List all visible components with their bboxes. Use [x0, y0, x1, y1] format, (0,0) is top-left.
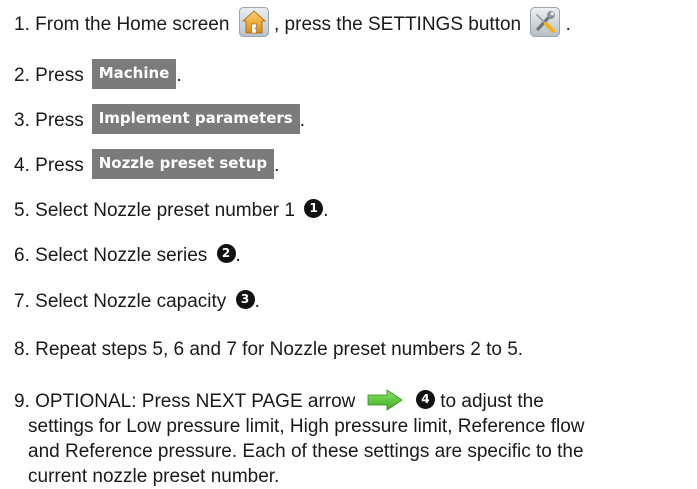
- step-6: 6. Select Nozzle series 2.: [14, 244, 241, 268]
- callout-1-icon: 1: [304, 199, 324, 219]
- step-9-line-3: and Reference pressure. Each of these se…: [28, 441, 584, 462]
- implement-parameters-button[interactable]: Implement parameters: [91, 104, 300, 134]
- step-text: .: [299, 110, 305, 132]
- step-5: 5. Select Nozzle preset number 1 1.: [14, 199, 329, 223]
- step-9-line-1: 9. OPTIONAL: Press NEXT PAGE arrow 4 to …: [14, 389, 686, 414]
- callout-3-icon: 3: [235, 290, 255, 310]
- step-9: 9. OPTIONAL: Press NEXT PAGE arrow 4 to …: [14, 389, 686, 489]
- step-number: 5.: [14, 200, 30, 221]
- step-3: 3. Press Implement parameters.: [14, 104, 305, 136]
- step-text: .: [235, 245, 241, 266]
- step-text: to adjust the: [440, 391, 544, 412]
- step-number: 3.: [14, 110, 30, 132]
- step-number: 6.: [14, 245, 30, 266]
- home-icon: [238, 7, 269, 37]
- step-8: 8. Repeat steps 5, 6 and 7 for Nozzle pr…: [14, 338, 523, 362]
- step-7: 7. Select Nozzle capacity 3.: [14, 290, 260, 314]
- step-number: 1.: [14, 14, 30, 36]
- step-text: , press the SETTINGS button: [274, 14, 522, 36]
- step-number: 4.: [14, 155, 30, 177]
- nozzle-preset-setup-button[interactable]: Nozzle preset setup: [91, 149, 275, 179]
- step-text: .: [274, 155, 280, 177]
- step-text: .: [323, 200, 329, 221]
- step-text: .: [176, 65, 182, 87]
- step-number: 8.: [14, 339, 30, 360]
- step-text: Press: [35, 155, 84, 177]
- step-4: 4. Press Nozzle preset setup.: [14, 149, 280, 181]
- step-text: OPTIONAL: Press NEXT PAGE arrow: [35, 391, 356, 412]
- machine-button[interactable]: Machine: [91, 59, 177, 89]
- step-text: Press: [35, 65, 84, 87]
- step-text: Select Nozzle series: [35, 245, 208, 266]
- step-number: 2.: [14, 65, 30, 87]
- step-text: .: [254, 291, 260, 312]
- step-2: 2. Press Machine.: [14, 59, 182, 91]
- step-text: Select Nozzle capacity: [35, 291, 227, 312]
- step-9-line-2: settings for Low pressure limit, High pr…: [28, 416, 585, 437]
- step-text: Select Nozzle preset number 1: [35, 200, 295, 221]
- callout-4-icon: 4: [415, 390, 435, 410]
- step-9-line-4: current nozzle preset number.: [28, 466, 280, 487]
- next-page-arrow-icon: [367, 389, 403, 411]
- step-number: 7.: [14, 291, 30, 312]
- step-text: Press: [35, 110, 84, 132]
- step-1: 1. From the Home screen , press the SETT…: [14, 7, 571, 40]
- settings-tools-icon: [530, 7, 561, 37]
- step-text: From the Home screen: [35, 14, 230, 36]
- step-text: Repeat steps 5, 6 and 7 for Nozzle prese…: [35, 339, 524, 360]
- callout-2-icon: 2: [216, 244, 236, 264]
- step-text: .: [565, 14, 571, 36]
- step-number: 9.: [14, 391, 30, 412]
